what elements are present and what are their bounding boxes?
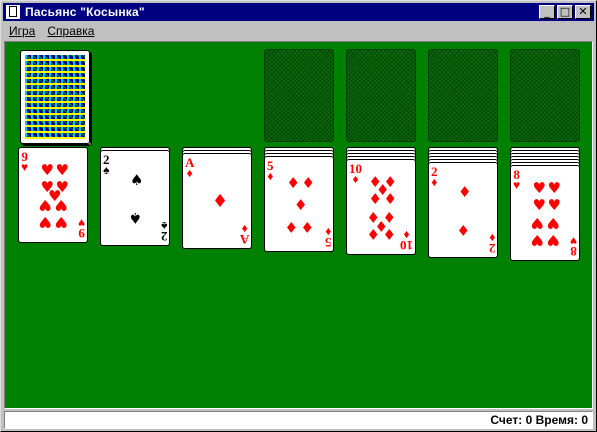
card-corner-index: 2 ♦ — [431, 165, 438, 189]
card-pip-icon: ♦ — [366, 225, 381, 244]
card-corner-index: A ♦ — [240, 222, 249, 247]
card-suit-icon: ♥ — [21, 160, 29, 174]
card-pip-icon: ♥ — [530, 213, 545, 232]
card-back[interactable] — [20, 50, 90, 144]
playing-card[interactable]: A ♦ A ♦ ♦ — [182, 153, 252, 249]
card-suit-icon: ♠ — [103, 163, 110, 177]
card-pip-icon: ♦ — [294, 196, 308, 214]
card-pip-icon: ♦ — [301, 174, 315, 192]
card-suit-icon: ♦ — [488, 231, 495, 245]
card-pip-icon: ♥ — [38, 213, 53, 232]
playing-card[interactable]: 2 ♦ 2 ♦ ♦ ♦ — [428, 162, 498, 258]
card-pip-icon: ♥ — [55, 160, 69, 179]
card-pip-icon: ♥ — [40, 160, 54, 179]
card-corner-index: 2 ♠ — [160, 219, 168, 244]
card-pip-icon: ♥ — [546, 213, 560, 232]
menu-bar: Игра Справка — [3, 22, 594, 40]
card-suit-icon: ♦ — [267, 169, 274, 183]
card-pip-icon: ♥ — [530, 231, 545, 250]
card-corner-index: 2 ♦ — [488, 231, 496, 256]
card-corner-index: 8 ♥ — [513, 168, 521, 192]
card-corner-index: 9 ♥ — [77, 216, 85, 241]
card-pip-icon: ♠ — [128, 209, 142, 228]
card-pip-icon: ♦ — [286, 174, 300, 192]
card-pip-icon: ♦ — [212, 191, 229, 212]
playing-card[interactable]: 5 ♦ 5 ♦ ♦ ♦ ♦ ♦ ♦ — [264, 156, 334, 252]
playing-card[interactable]: 2 ♠ 2 ♠ ♠ ♠ — [100, 150, 170, 246]
card-pip-icon: ♥ — [547, 178, 561, 197]
app-icon[interactable] — [6, 5, 20, 19]
card-pip-icon: ♦ — [383, 190, 397, 209]
card-corner-index: 10 ♦ — [400, 228, 413, 253]
card-corner-index: A ♦ — [185, 156, 194, 179]
foundation-slot-2[interactable] — [346, 49, 416, 142]
menu-game[interactable]: Игра — [9, 24, 35, 38]
menu-help[interactable]: Справка — [47, 24, 94, 38]
playing-card[interactable]: 8 ♥ 8 ♥ ♥ ♥ ♥ ♥ ♥ ♥ ♥ ♥ — [510, 165, 580, 261]
card-corner-index: 8 ♥ — [569, 234, 577, 259]
playing-card[interactable]: 9 ♥ 9 ♥ ♥ ♥ ♥ ♥ ♥ ♥ ♥ ♥ ♥ — [18, 147, 88, 243]
card-pip-icon: ♥ — [54, 195, 68, 214]
card-suit-icon: ♥ — [513, 178, 521, 192]
card-pip-icon: ♦ — [300, 218, 314, 236]
card-pip-icon: ♦ — [456, 221, 470, 240]
card-corner-index: 2 ♠ — [103, 153, 110, 177]
card-corner-index: 9 ♥ — [21, 150, 29, 174]
card-pip-icon: ♦ — [368, 190, 382, 209]
playing-card[interactable]: 10 ♦ 10 ♦ ♦ ♦ ♦ ♦ ♦ ♦ ♦ ♦ ♦ ♦ — [346, 159, 416, 255]
minimize-button[interactable]: _ — [539, 5, 555, 19]
card-suit-icon: ♥ — [77, 216, 85, 230]
foundation-slot-3[interactable] — [428, 49, 498, 142]
maximize-button[interactable]: □ — [557, 5, 573, 19]
card-pip-icon: ♥ — [54, 213, 68, 232]
card-pip-icon: ♠ — [130, 170, 144, 189]
status-bar: Счет: 0 Время: 0 — [4, 411, 593, 429]
card-pip-icon: ♥ — [546, 231, 560, 250]
card-suit-icon: ♥ — [569, 234, 577, 248]
solitaire-window: Пасьянс "Косынка" _ □ ✕ Игра Справка 9 ♥ 9… — [0, 0, 597, 432]
stock-pile[interactable] — [20, 50, 92, 146]
card-suit-icon: ♦ — [431, 175, 438, 189]
card-suit-icon: ♠ — [160, 219, 167, 233]
card-suit-icon: ♦ — [324, 225, 331, 239]
title-buttons: _ □ ✕ — [537, 5, 591, 19]
card-pip-icon: ♦ — [382, 225, 396, 244]
game-table[interactable]: 9 ♥ 9 ♥ ♥ ♥ ♥ ♥ ♥ ♥ ♥ ♥ ♥ 2 ♠ 2 ♠ ♠ ♠ A ♦ A ♦ ♦ 5 ♦ 5 ♦ ♦ ♦ ♦ ♦ ♦ 10 ♦ 10 ♦ ♦… — [4, 41, 593, 409]
card-pip-icon: ♦ — [284, 218, 299, 236]
card-pip-icon: ♦ — [458, 182, 472, 201]
card-pip-icon: ♥ — [532, 196, 546, 215]
card-pip-icon: ♥ — [38, 195, 53, 214]
card-corner-index: 5 ♦ — [324, 225, 332, 250]
card-corner-index: 10 ♦ — [349, 162, 362, 185]
score-time-display: Счет: 0 Время: 0 — [490, 413, 588, 427]
card-pip-icon: ♥ — [532, 178, 546, 197]
foundation-slot-4[interactable] — [510, 49, 580, 142]
card-pip-icon: ♥ — [547, 196, 561, 215]
close-button[interactable]: ✕ — [575, 5, 591, 19]
foundation-slot-1[interactable] — [264, 49, 334, 142]
card-corner-index: 5 ♦ — [267, 159, 274, 183]
card-back-pattern — [25, 55, 85, 139]
title-bar[interactable]: Пасьянс "Косынка" _ □ ✕ — [3, 3, 594, 21]
window-title: Пасьянс "Косынка" — [25, 5, 145, 19]
